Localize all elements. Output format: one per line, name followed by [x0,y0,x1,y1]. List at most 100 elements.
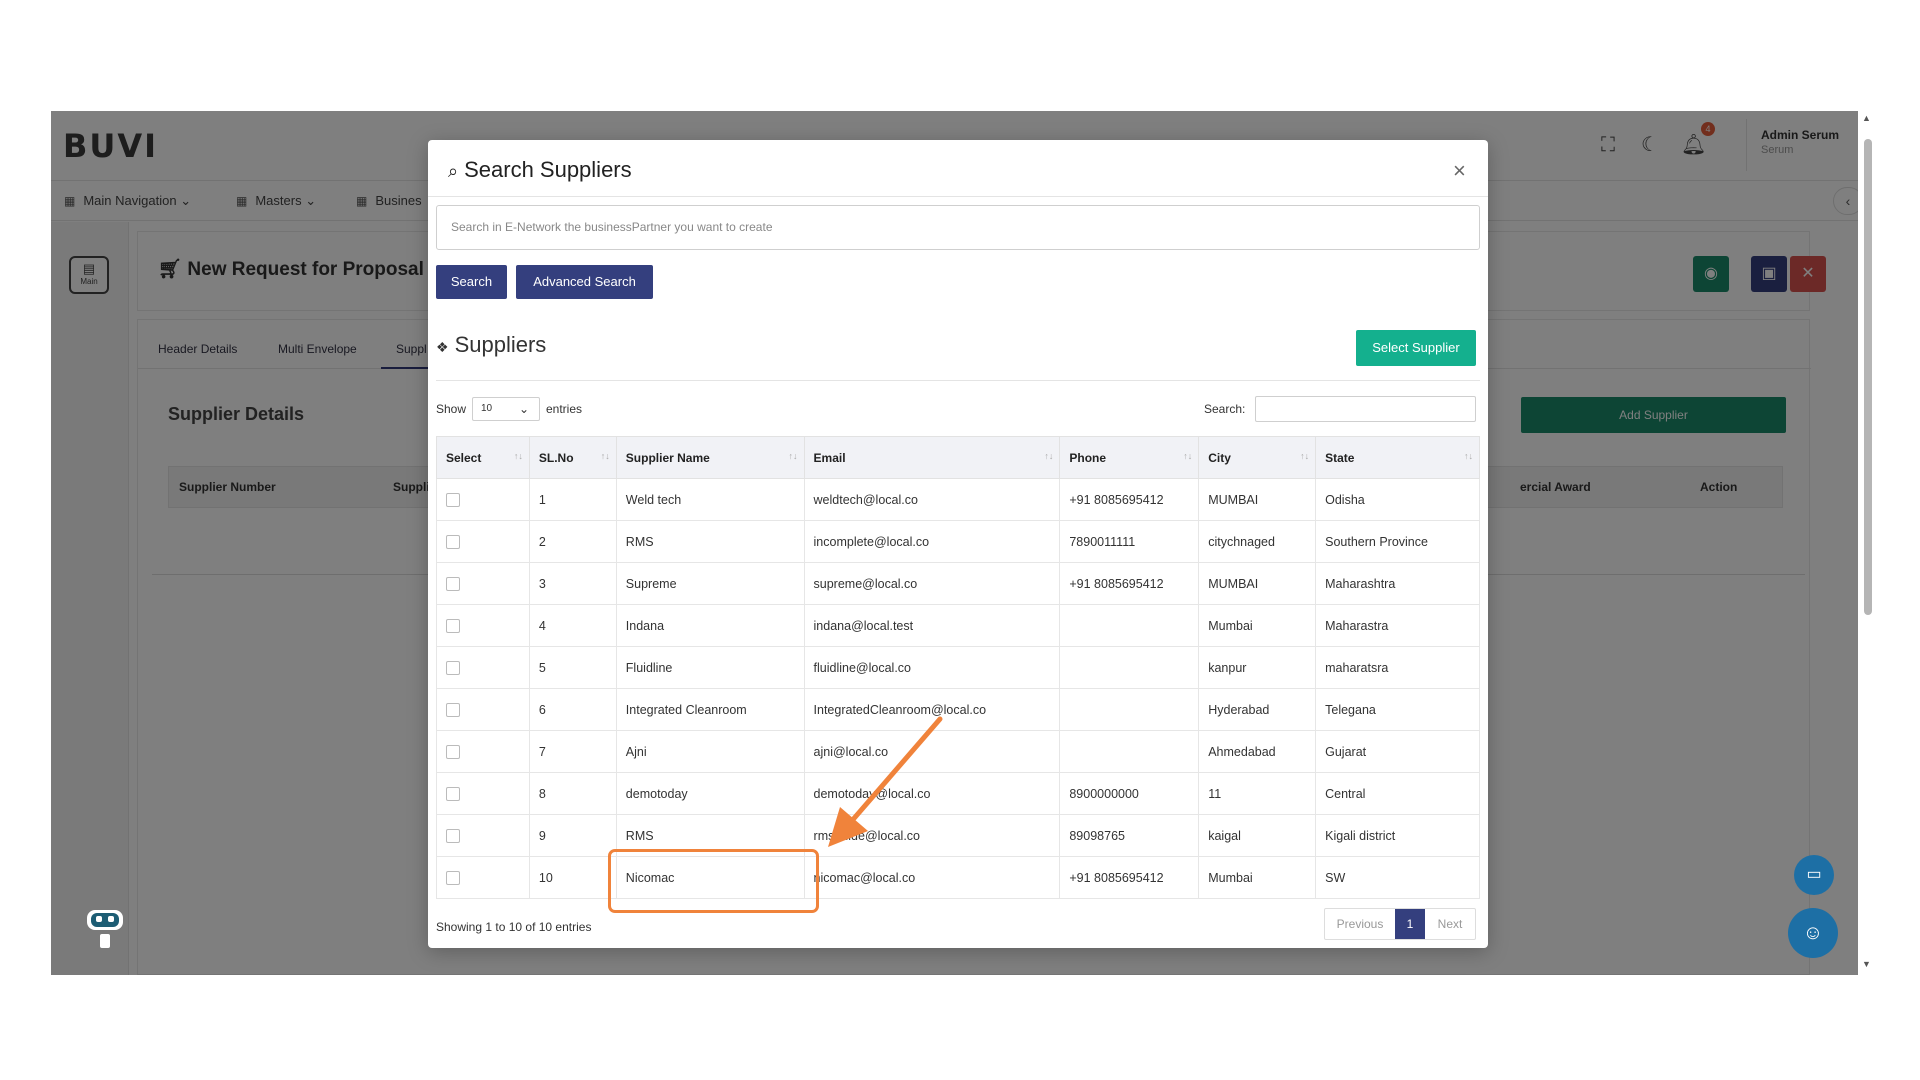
suppliers-heading-text: Suppliers [454,332,547,357]
table-row[interactable]: 10 Nicomac nicomac@local.co +91 8085695412 M… [436,856,1480,899]
table-header-row: Select ↑↓ SL.No ↑↓ Supplier Name ↑↓ Email ↑↓… [436,436,1480,479]
cell-slno: 3 [528,562,617,605]
column-label: Phone [1069,450,1107,465]
row-checkbox[interactable] [446,576,460,591]
cell-city: 11 [1198,772,1317,815]
cell-email: indana@local.test [803,604,1061,647]
page-length-value: 10 [481,403,493,414]
scrollbar-thumb[interactable] [1864,139,1872,615]
search-button[interactable]: Search [436,265,507,299]
pagination: Previous 1 Next [1324,908,1476,940]
row-checkbox[interactable] [446,786,460,801]
cell-slno: 1 [528,478,617,521]
cell-select [436,772,530,815]
cell-slno: 4 [528,604,617,647]
row-checkbox[interactable] [446,828,460,843]
modal-title-text: Search Suppliers [464,157,632,182]
sort-icon: ↑↓ [1300,451,1310,461]
cell-select [436,478,530,521]
chat-icon[interactable]: ▭ [1794,855,1834,895]
cell-supplier-name: Supreme [615,562,805,605]
cell-phone: +91 8085695412 [1059,562,1200,605]
column-header-state[interactable]: State ↑↓ [1315,436,1480,479]
table-search-label: Search: [1204,402,1246,416]
column-header-email[interactable]: Email ↑↓ [803,436,1061,479]
table-row[interactable]: 5 Fluidline fluidline@local.co kanpur mahara… [436,646,1480,689]
cell-slno: 5 [528,646,617,689]
column-label: SL.No [538,450,574,465]
cell-phone: 89098765 [1059,814,1200,857]
cell-state: Gujarat [1315,730,1480,773]
cell-supplier-name: Fluidline [615,646,805,689]
cell-state: Telegana [1315,688,1480,731]
entries-label: entries [546,402,583,416]
next-page-button[interactable]: Next [1425,909,1475,939]
column-header-slno[interactable]: SL.No ↑↓ [528,436,617,479]
cell-supplier-name: RMS [615,520,805,563]
search-input[interactable]: Search in E-Network the businessPartner … [436,205,1480,250]
cell-city: MUMBAI [1198,562,1317,605]
divider [436,380,1480,381]
row-checkbox[interactable] [446,870,460,885]
cell-select [436,604,530,647]
row-checkbox[interactable] [446,534,460,549]
select-supplier-button[interactable]: Select Supplier [1356,330,1476,366]
cell-city: Mumbai [1198,604,1317,647]
robot-icon[interactable] [85,908,125,950]
table-row[interactable]: 1 Weld tech weldtech@local.co +91 808569541… [436,478,1480,521]
cell-state: Southern Province [1315,520,1480,563]
row-checkbox[interactable] [446,744,460,759]
modal-title: ⌕ Search Suppliers [448,157,632,183]
page-button-1[interactable]: 1 [1395,909,1425,939]
cell-phone [1059,646,1200,689]
cell-supplier-name: demotoday [615,772,805,815]
scroll-down-icon[interactable]: ▼ [1862,959,1871,969]
sort-icon: ↑↓ [1183,451,1193,461]
scroll-up-icon[interactable]: ▲ [1862,113,1871,123]
cell-supplier-name: Weld tech [615,478,805,521]
cell-email: nicomac@local.co [803,856,1061,899]
bot-icon[interactable]: ☺ [1788,908,1838,958]
cell-email: supreme@local.co [803,562,1061,605]
column-label: Email [813,450,846,465]
column-header-supplier-name[interactable]: Supplier Name ↑↓ [615,436,805,479]
row-checkbox[interactable] [446,618,460,633]
show-label: Show [436,402,467,416]
cell-select [436,646,530,689]
cell-phone [1059,730,1200,773]
cell-state: Kigali district [1315,814,1480,857]
suppliers-heading: ❖ Suppliers [436,332,546,358]
cell-select [436,520,530,563]
cell-phone [1059,604,1200,647]
cell-slno: 6 [528,688,617,731]
cell-state: SW [1315,856,1480,899]
row-checkbox[interactable] [446,660,460,675]
advanced-search-button[interactable]: Advanced Search [516,265,653,299]
column-header-select[interactable]: Select ↑↓ [436,436,530,479]
table-row[interactable]: 4 Indana indana@local.test Mumbai Maharastra [436,604,1480,647]
cell-state: Maharastra [1315,604,1480,647]
row-checkbox[interactable] [446,492,460,507]
column-header-city[interactable]: City ↑↓ [1198,436,1317,479]
table-row[interactable]: 2 RMS incomplete@local.co 7890011111 citychn… [436,520,1480,563]
table-search-input[interactable] [1255,396,1476,422]
previous-page-button[interactable]: Previous [1325,909,1395,939]
column-header-phone[interactable]: Phone ↑↓ [1059,436,1200,479]
table-info: Showing 1 to 10 of 10 entries [436,920,592,934]
cell-city: kaigal [1198,814,1317,857]
close-icon[interactable]: × [1453,158,1466,184]
cell-city: MUMBAI [1198,478,1317,521]
cell-supplier-name: Integrated Cleanroom [615,688,805,731]
cell-city: Hyderabad [1198,688,1317,731]
row-checkbox[interactable] [446,702,460,717]
cell-email: weldtech@local.co [803,478,1061,521]
dropbox-icon: ❖ [436,339,449,355]
scrollbar[interactable]: ▲ ▼ [1858,111,1876,975]
table-row[interactable]: 3 Supreme supreme@local.co +91 8085695412 MU… [436,562,1480,605]
column-label: City [1208,450,1231,465]
sort-icon: ↑↓ [600,451,610,461]
sort-icon: ↑↓ [1044,451,1054,461]
cell-slno: 2 [528,520,617,563]
page-length-select[interactable]: 10 ⌄ [472,397,540,421]
column-label: Supplier Name [625,450,710,465]
